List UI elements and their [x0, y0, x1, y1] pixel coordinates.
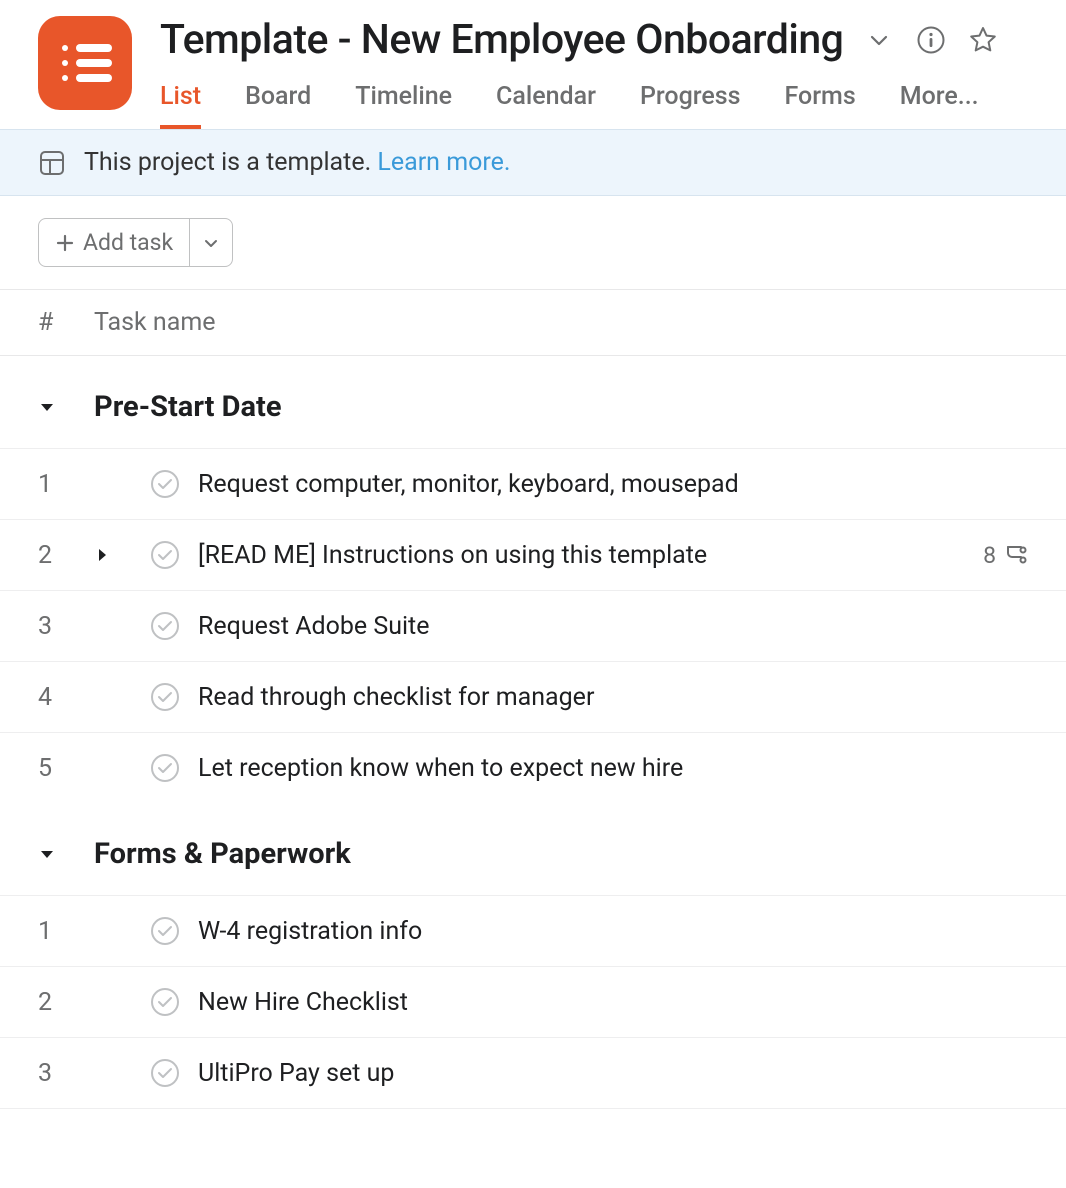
task-number: 4: [38, 683, 94, 712]
task-name[interactable]: UltiPro Pay set up: [198, 1059, 1028, 1088]
subtask-count: 8: [983, 542, 1028, 569]
tab-board[interactable]: Board: [245, 82, 311, 129]
column-number-header: #: [38, 308, 94, 337]
complete-check-icon[interactable]: [150, 540, 198, 570]
complete-check-icon[interactable]: [150, 611, 198, 641]
task-row[interactable]: 1 Request computer, monitor, keyboard, mo…: [0, 448, 1066, 519]
project-menu-caret[interactable]: [863, 24, 895, 56]
expand-subtasks-icon[interactable]: [94, 547, 150, 563]
complete-check-icon[interactable]: [150, 682, 198, 712]
task-row[interactable]: 2 New Hire Checklist: [0, 966, 1066, 1037]
task-number: 2: [38, 541, 94, 570]
section-title[interactable]: Forms & Paperwork: [94, 837, 351, 871]
task-number: 2: [38, 988, 94, 1017]
plus-icon: [55, 233, 75, 253]
section-toggle-icon[interactable]: [38, 845, 94, 863]
task-number: 3: [38, 612, 94, 641]
task-row[interactable]: 1 W-4 registration info: [0, 895, 1066, 966]
task-name[interactable]: Let reception know when to expect new hi…: [198, 754, 1028, 783]
project-title[interactable]: Template - New Employee Onboarding: [160, 16, 843, 64]
task-number: 1: [38, 470, 94, 499]
tab-more[interactable]: More...: [900, 82, 979, 129]
add-task-label: Add task: [83, 229, 173, 256]
task-row[interactable]: 5 Let reception know when to expect new h…: [0, 732, 1066, 803]
subtask-icon: [1004, 543, 1028, 567]
template-banner-icon: [38, 149, 66, 177]
task-number: 1: [38, 917, 94, 946]
task-name[interactable]: Request Adobe Suite: [198, 612, 1028, 641]
project-icon[interactable]: [38, 16, 132, 110]
banner-text: This project is a template.: [84, 148, 371, 177]
complete-check-icon[interactable]: [150, 469, 198, 499]
tab-list[interactable]: List: [160, 82, 201, 129]
tab-calendar[interactable]: Calendar: [496, 82, 596, 129]
info-icon[interactable]: [915, 24, 947, 56]
tab-timeline[interactable]: Timeline: [355, 82, 452, 129]
section-toggle-icon[interactable]: [38, 398, 94, 416]
complete-check-icon[interactable]: [150, 1058, 198, 1088]
complete-check-icon[interactable]: [150, 987, 198, 1017]
task-row[interactable]: 4 Read through checklist for manager: [0, 661, 1066, 732]
task-number: 3: [38, 1059, 94, 1088]
tab-progress[interactable]: Progress: [640, 82, 741, 129]
complete-check-icon[interactable]: [150, 916, 198, 946]
task-row[interactable]: 3 Request Adobe Suite: [0, 590, 1066, 661]
add-task-dropdown[interactable]: [189, 219, 232, 266]
task-name[interactable]: Request computer, monitor, keyboard, mou…: [198, 470, 1028, 499]
task-number: 5: [38, 754, 94, 783]
add-task-button[interactable]: Add task: [39, 219, 189, 266]
column-name-header: Task name: [94, 308, 1028, 337]
task-row[interactable]: 2 [READ ME] Instructions on using this te…: [0, 519, 1066, 590]
complete-check-icon[interactable]: [150, 753, 198, 783]
task-name[interactable]: New Hire Checklist: [198, 988, 1028, 1017]
task-name[interactable]: [READ ME] Instructions on using this tem…: [198, 541, 983, 570]
star-icon[interactable]: [967, 24, 999, 56]
section-title[interactable]: Pre-Start Date: [94, 390, 282, 424]
tab-forms[interactable]: Forms: [785, 82, 856, 129]
banner-learn-more-link[interactable]: Learn more.: [377, 148, 510, 177]
task-row[interactable]: 3 UltiPro Pay set up: [0, 1037, 1066, 1109]
task-name[interactable]: Read through checklist for manager: [198, 683, 1028, 712]
task-name[interactable]: W-4 registration info: [198, 917, 1028, 946]
